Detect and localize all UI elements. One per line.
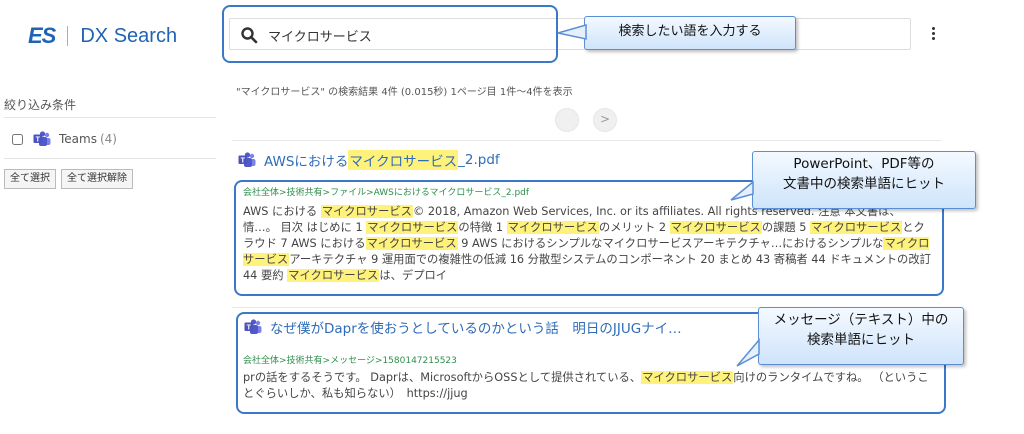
callout-message-text: メッセージ（テキスト）中の [773, 312, 949, 328]
result-title-link[interactable]: T AWSにおける マイクロサービス _2.pdf [238, 150, 500, 170]
callout-search: 検索したい語を入力する [557, 16, 796, 50]
results-summary: "マイクロサービス" の検索結果 4件 (0.015秒) 1ページ目 1件〜4件… [236, 87, 573, 98]
search-highlight-frame [222, 5, 558, 63]
divider [4, 158, 216, 159]
logo-mark: ES [28, 23, 56, 48]
callout-pointer [557, 24, 587, 40]
callout-pdf-text: PowerPoint、PDF等の [793, 156, 935, 172]
divider [232, 140, 942, 141]
filter-teams-checkbox[interactable] [12, 133, 23, 145]
filter-label: Teams [59, 132, 97, 146]
callout-pointer [730, 180, 754, 201]
callout-search-text: 検索したい語を入力する [618, 24, 762, 39]
teams-icon: T [33, 131, 51, 146]
divider [4, 117, 216, 118]
svg-text:T: T [241, 157, 246, 164]
pager-prev-button[interactable] [555, 108, 579, 132]
result-title-text: _2.pdf [458, 152, 500, 168]
deselect-all-button[interactable]: 全て選択解除 [61, 169, 133, 189]
search-term-highlight: マイクロサービス [348, 150, 459, 170]
callout-pdf-text: 文書中の検索単語にヒット [783, 176, 945, 192]
select-all-button[interactable]: 全て選択 [4, 169, 56, 189]
teams-icon: T [238, 152, 256, 167]
app-name: DX Search [80, 24, 178, 47]
callout-pdf: PowerPoint、PDF等の 文書中の検索単語にヒット [730, 151, 976, 209]
callout-message: メッセージ（テキスト）中の 検索単語にヒット [736, 307, 964, 367]
filter-item-teams[interactable]: T Teams (4) [12, 131, 117, 147]
filter-count: (4) [99, 132, 117, 146]
filter-title: 絞り込み条件 [4, 98, 77, 112]
callout-pointer [736, 337, 760, 367]
pager-next-button[interactable]: > [593, 108, 617, 132]
app-logo[interactable]: ES DX Search [28, 22, 177, 50]
callout-message-text: 検索単語にヒット [807, 332, 915, 348]
logo-divider [67, 26, 69, 46]
more-options-icon[interactable] [926, 26, 940, 42]
svg-text:T: T [36, 136, 41, 143]
result-title-text: AWSにおける [264, 154, 349, 170]
